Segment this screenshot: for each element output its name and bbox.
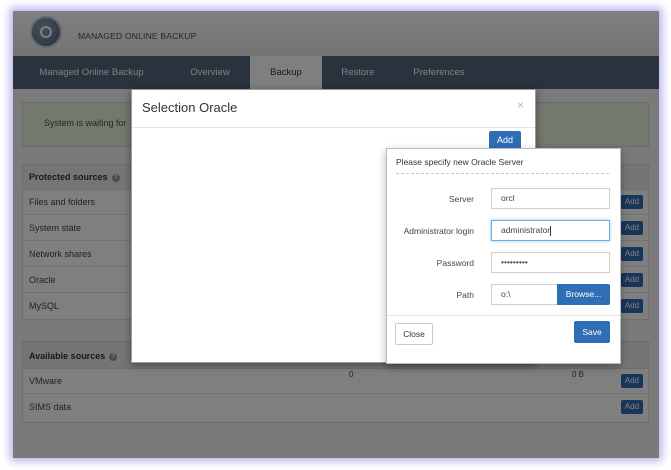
divider (387, 315, 620, 316)
password-label: Password (436, 258, 474, 268)
modal-title: Selection Oracle (142, 100, 238, 115)
text-cursor (550, 225, 552, 236)
admin-login-value: administrator (501, 225, 551, 235)
browse-button[interactable]: Browse... (557, 284, 610, 305)
close-button[interactable]: Close (395, 323, 433, 345)
path-label: Path (456, 290, 475, 300)
server-label: Server (448, 194, 474, 204)
oracle-server-popover: Please specify new Oracle Server Server … (386, 148, 621, 364)
password-input[interactable]: ••••••••• (491, 252, 610, 273)
path-input[interactable]: o:\ (491, 284, 558, 305)
close-icon[interactable]: × (517, 98, 524, 112)
admin-login-label: Administrator login (403, 226, 474, 236)
app-window: MANAGED ONLINE BACKUP Managed Online Bac… (13, 11, 659, 458)
save-button[interactable]: Save (574, 321, 610, 343)
popover-header: Please specify new Oracle Server (396, 157, 524, 167)
divider (132, 127, 535, 128)
server-input[interactable]: orcl (491, 188, 610, 209)
admin-login-input[interactable]: administrator (491, 220, 610, 241)
divider (396, 173, 609, 174)
